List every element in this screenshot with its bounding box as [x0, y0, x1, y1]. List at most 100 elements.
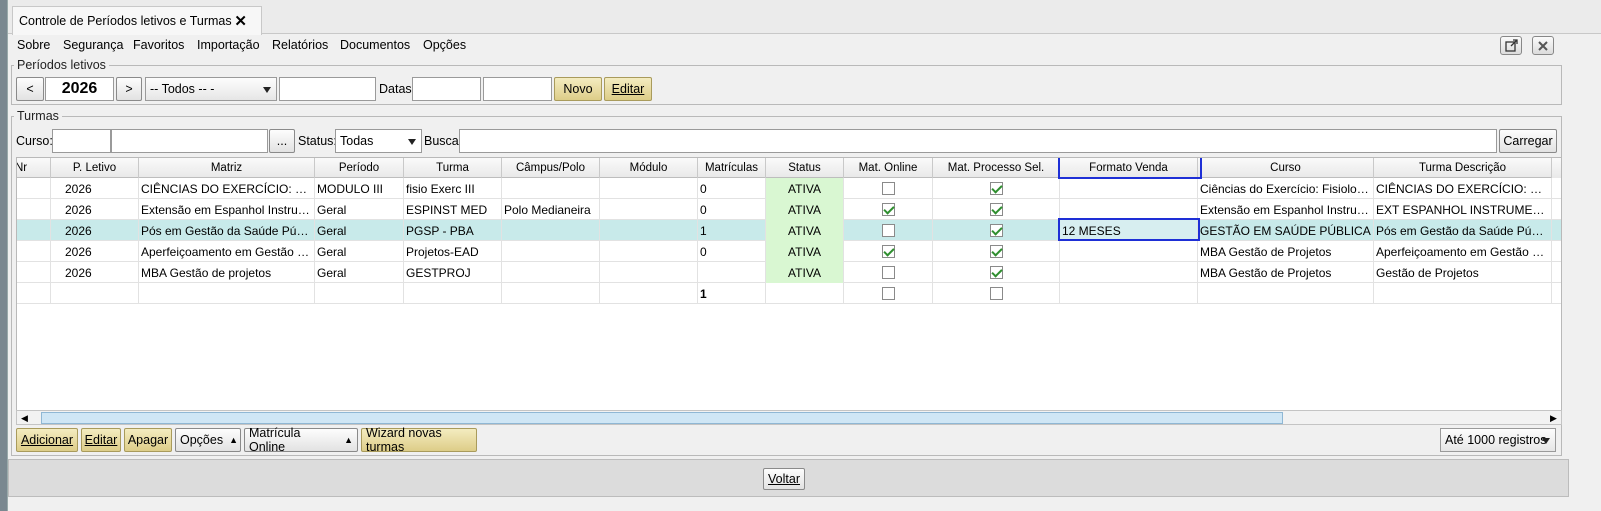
col-header-p-letivo[interactable]: P. Letivo — [51, 158, 139, 178]
menu-documentos[interactable]: Documentos — [340, 38, 410, 52]
scroll-right-icon[interactable]: ▶ — [1547, 412, 1560, 424]
curso-code-field[interactable] — [52, 129, 111, 153]
editar-turma-button[interactable]: Editar — [81, 428, 121, 452]
checkbox[interactable] — [881, 182, 895, 195]
cell-status: ATIVA — [766, 220, 844, 241]
cell-formato — [1060, 262, 1198, 283]
cell-letivo: 2026 — [51, 199, 139, 220]
wizard-novas-turmas-button[interactable]: Wizard novas turmas — [361, 426, 477, 454]
next-year-button[interactable]: > — [116, 77, 142, 101]
close-window-icon[interactable] — [1532, 36, 1554, 55]
turmas-table: Nr P. Letivo Matriz Período Turma Câmpus… — [16, 157, 1562, 411]
checkbox[interactable] — [881, 224, 895, 237]
menu-opcoes[interactable]: Opções — [423, 38, 466, 52]
col-header-periodo[interactable]: Período — [315, 158, 404, 178]
checkbox-checked[interactable] — [989, 203, 1003, 216]
curso-lookup-button[interactable]: ... — [269, 129, 295, 153]
voltar-button[interactable]: Voltar — [763, 468, 805, 490]
cell-periodo: Geral — [315, 262, 404, 283]
carregar-button[interactable]: Carregar — [1499, 129, 1557, 153]
year-field[interactable]: 2026 — [45, 77, 114, 101]
col-header-campus[interactable]: Câmpus/Polo — [502, 158, 600, 178]
checkbox-checked[interactable] — [881, 245, 895, 258]
busca-input[interactable] — [459, 129, 1497, 153]
apagar-button[interactable]: Apagar — [124, 428, 172, 452]
checkbox-checked[interactable] — [881, 203, 895, 216]
matricula-online-label: Matrícula Online — [249, 426, 301, 454]
scroll-left-icon[interactable]: ◀ — [18, 412, 31, 424]
periodo-filter-select[interactable]: -- Todos -- - — [145, 77, 277, 101]
cell-formato — [1060, 178, 1198, 199]
popout-icon[interactable] — [1500, 36, 1522, 55]
checkbox[interactable] — [989, 287, 1003, 300]
cell-nr — [17, 199, 51, 220]
menu-importacao[interactable]: Importação — [197, 38, 260, 52]
cell-matriz: CIÊNCIAS DO EXERCÍCIO: FISIOLOGIA — [139, 178, 315, 199]
cell-empty — [404, 283, 502, 304]
registros-limit-select[interactable]: Até 1000 registros — [1440, 428, 1556, 452]
col-header-matriculas[interactable]: Matrículas — [698, 158, 766, 178]
cell-descricao: Gestão de Projetos — [1374, 262, 1552, 283]
table-row[interactable]: 2026 Aperfeiçoamento em Gestão de Projet… — [17, 241, 1561, 262]
prev-year-button[interactable]: < — [16, 77, 44, 101]
cell-periodo: MODULO III — [315, 178, 404, 199]
table-row[interactable]: 2026 Extensão em Espanhol Instrumental G… — [17, 199, 1561, 220]
data-inicio-field[interactable] — [412, 77, 481, 101]
periodo-text-field[interactable] — [279, 77, 376, 101]
cell-formato[interactable]: 12 MESES — [1060, 220, 1198, 241]
menu-seguranca[interactable]: Segurança — [63, 38, 123, 52]
col-header-turma-descricao[interactable]: Turma Descrição — [1374, 158, 1552, 178]
col-header-formato-venda[interactable]: Formato Venda — [1060, 158, 1198, 178]
cell-curso: GESTÃO EM SAÚDE PÚBLICA — [1198, 220, 1374, 241]
col-header-mat-online[interactable]: Mat. Online — [844, 158, 933, 178]
opcoes-label: Opções — [180, 433, 224, 447]
col-header-status[interactable]: Status — [766, 158, 844, 178]
cell-campus — [502, 220, 600, 241]
col-header-mat-processo[interactable]: Mat. Processo Sel. — [933, 158, 1060, 178]
close-tab-icon[interactable]: ✕ — [234, 12, 247, 30]
matricula-online-dropdown-button[interactable]: Matrícula Online ▲ — [244, 426, 358, 454]
data-fim-field[interactable] — [483, 77, 552, 101]
curso-name-field[interactable] — [111, 129, 268, 153]
checkbox[interactable] — [881, 287, 895, 300]
menu-sobre[interactable]: Sobre — [17, 38, 50, 52]
horizontal-scrollbar[interactable]: ◀ ▶ — [16, 410, 1562, 425]
table-row[interactable]: 2026 CIÊNCIAS DO EXERCÍCIO: FISIOLOGIA M… — [17, 178, 1561, 199]
cell-empty — [1374, 283, 1552, 304]
cell-matriculas: 0 — [698, 178, 766, 199]
menu-favoritos[interactable]: Favoritos — [133, 38, 184, 52]
turmas-legend: Turmas — [17, 109, 59, 123]
col-header-turma[interactable]: Turma — [404, 158, 502, 178]
opcoes-dropdown-button[interactable]: Opções ▲ — [175, 428, 241, 452]
header-corner — [1551, 158, 1561, 178]
total-processo — [933, 283, 1060, 304]
checkbox-checked[interactable] — [989, 266, 1003, 279]
adicionar-button[interactable]: Adicionar — [16, 428, 78, 452]
checkbox[interactable] — [881, 266, 895, 279]
editar-periodo-button[interactable]: Editar — [604, 77, 652, 101]
cell-empty — [502, 283, 600, 304]
chevron-up-icon: ▲ — [229, 435, 239, 445]
checkbox-checked[interactable] — [989, 245, 1003, 258]
cell-empty — [315, 283, 404, 304]
col-header-nr[interactable]: Nr — [17, 158, 51, 178]
col-header-modulo[interactable]: Módulo — [600, 158, 698, 178]
checkbox-checked[interactable] — [989, 182, 1003, 195]
curso-label: Curso: — [16, 134, 53, 148]
status-select[interactable]: Todas — [335, 129, 422, 153]
cell-nr — [17, 241, 51, 262]
table-row-selected[interactable]: 2026 Pós em Gestão da Saúde Pública Gera… — [17, 220, 1561, 241]
tab-controle-periodos[interactable]: Controle de Períodos letivos e Turmas ✕ — [12, 6, 262, 35]
cell-modulo — [600, 262, 698, 283]
cell-turma: Projetos-EAD — [404, 241, 502, 262]
col-header-matriz[interactable]: Matriz — [139, 158, 315, 178]
cell-status: ATIVA — [766, 262, 844, 283]
menu-relatorios[interactable]: Relatórios — [272, 38, 328, 52]
cell-formato — [1060, 199, 1198, 220]
checkbox-checked[interactable] — [989, 224, 1003, 237]
col-header-curso[interactable]: Curso — [1198, 158, 1374, 178]
novo-button[interactable]: Novo — [554, 77, 602, 101]
table-row[interactable]: 2026 MBA Gestão de projetos Geral GESTPR… — [17, 262, 1561, 283]
scroll-thumb[interactable] — [41, 412, 1283, 424]
total-matriculas: 1 — [698, 283, 766, 304]
